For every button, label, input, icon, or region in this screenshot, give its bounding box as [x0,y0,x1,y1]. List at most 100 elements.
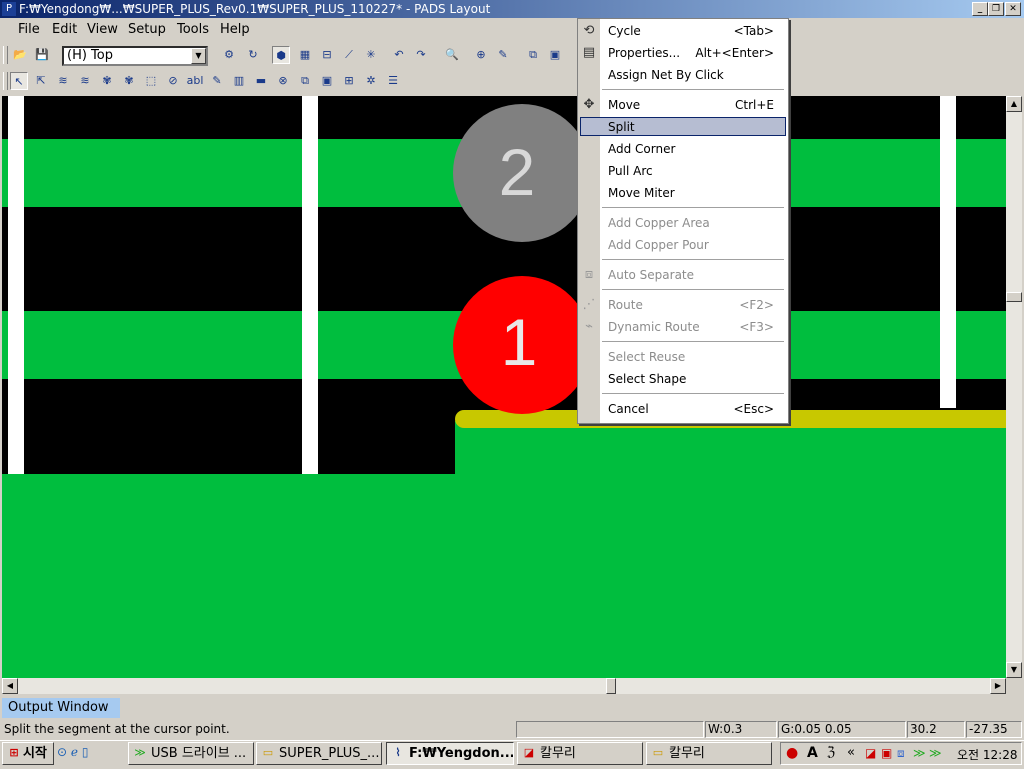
tray-expand-icon[interactable]: « [847,745,855,760]
menu-item-assign-net[interactable]: Assign Net By Click [578,64,788,86]
toolbar-grip[interactable] [3,46,8,64]
design-toolbar-icon[interactable]: ⬢ [272,46,290,64]
menu-help[interactable]: Help [220,22,250,38]
desktop-icon[interactable]: ⊙ [57,745,67,759]
ime-tool-icon[interactable]: ℨ [827,745,835,760]
cam-icon[interactable]: ⊞ [340,72,358,90]
copper-icon[interactable]: ≋ [54,72,72,90]
zoom-icon[interactable]: 🔍 [443,46,461,64]
scroll-thumb[interactable] [1006,292,1022,302]
scroll-right-icon[interactable]: ▶ [990,678,1006,694]
component-icon[interactable]: ▣ [318,72,336,90]
menu-item-cancel[interactable]: Cancel <Esc> [578,398,788,420]
design-canvas[interactable]: 2 1 [2,96,1006,678]
save-icon[interactable]: 💾 [33,46,51,64]
language-icon[interactable]: ● [786,745,798,761]
menu-setup[interactable]: Setup [128,22,166,38]
menu-item-move[interactable]: ✥ Move Ctrl+E [578,94,788,116]
copper-pour-icon[interactable]: ✾ [98,72,116,90]
menu-view[interactable]: View [87,22,118,38]
scroll-up-icon[interactable]: ▲ [1006,96,1022,112]
menu-item-move-miter[interactable]: Move Miter [578,182,788,204]
layer-select[interactable]: (H) Top ▼ [62,46,208,66]
toolbar-grip[interactable] [3,72,8,90]
menu-item-dynamic-route[interactable]: ⌁ Dynamic Route <F3> [578,316,788,338]
board-view-icon[interactable]: ▣ [546,46,564,64]
pads-app-icon[interactable]: P [2,2,16,16]
tray-app-icon[interactable]: ≫ [929,746,942,760]
status-grid: G:0.05 0.05 [778,721,906,738]
dimension-icon[interactable]: ▬ [252,72,270,90]
scroll-down-icon[interactable]: ▼ [1006,662,1022,678]
library-icon[interactable]: ▥ [230,72,248,90]
route-toolbar-icon[interactable]: ⟋ [340,46,358,64]
explorer-icon[interactable]: ▯ [82,745,89,759]
text-icon[interactable]: abl [186,72,204,90]
copper-plane[interactable] [455,421,1006,481]
minimize-icon[interactable]: _ [972,2,988,16]
close-icon[interactable]: ✕ [1005,2,1021,16]
menu-item-add-copper-pour[interactable]: Add Copper Pour [578,234,788,256]
verify-icon[interactable]: ✲ [362,72,380,90]
tray-app-icon[interactable]: ◪ [865,746,876,760]
scroll-left-icon[interactable]: ◀ [2,678,18,694]
highlight-icon[interactable]: ✎ [494,46,512,64]
drafting-toolbar-icon[interactable]: ▦ [296,46,314,64]
select-filter-icon[interactable]: ⇱ [32,72,50,90]
menu-item-pull-arc[interactable]: Pull Arc [578,160,788,182]
menu-edit[interactable]: Edit [52,22,77,38]
taskbar-item[interactable]: ▭ 칼무리 [646,742,772,765]
menu-item-route[interactable]: ⋰ Route <F2> [578,294,788,316]
copper-plane[interactable] [2,474,1006,678]
ecо-toolbar-icon[interactable]: ✳ [362,46,380,64]
view-nets-icon[interactable]: ⊕ [472,46,490,64]
tray-app-icon[interactable]: ▣ [881,746,892,760]
browser-icon[interactable]: ℯ [71,745,78,759]
redraw-icon[interactable]: ↻ [244,46,262,64]
drc-icon[interactable]: ⊗ [274,72,292,90]
status-width: W:0.3 [705,721,777,738]
chevron-down-icon[interactable]: ▼ [191,48,206,64]
copper-cutout-icon[interactable]: ≋ [76,72,94,90]
select-pointer-icon[interactable]: ↖ [10,72,28,90]
ime-mode[interactable]: A [807,745,818,761]
menu-item-cycle[interactable]: ⟲ Cycle <Tab> [578,20,788,42]
scroll-thumb[interactable] [606,678,616,694]
reuse-icon[interactable]: ⧉ [296,72,314,90]
menu-item-split[interactable]: Split [578,116,788,138]
menu-item-select-shape[interactable]: Select Shape [578,368,788,390]
pad-2[interactable]: 2 [453,104,591,242]
menu-item-select-reuse[interactable]: Select Reuse [578,346,788,368]
pad-1[interactable]: 1 [453,276,591,414]
menu-item-add-copper-area[interactable]: Add Copper Area [578,212,788,234]
hatch-icon[interactable]: ✾ [120,72,138,90]
open-icon[interactable]: 📂 [11,46,29,64]
horizontal-scrollbar[interactable]: ◀ ▶ [2,678,1006,694]
tray-app-icon[interactable]: ≫ [913,746,926,760]
clock[interactable]: 오전 12:28 [957,746,1017,763]
taskbar-item[interactable]: ◪ 칼무리 [517,742,643,765]
board-outline-icon[interactable]: ⬚ [142,72,160,90]
menu-file[interactable]: File [18,22,40,38]
network-icon[interactable]: ⧈ [897,746,905,761]
session-icon[interactable]: ⧉ [524,46,542,64]
keepout-icon[interactable]: ⊘ [164,72,182,90]
menu-item-add-corner[interactable]: Add Corner [578,138,788,160]
report-icon[interactable]: ☰ [384,72,402,90]
2d-line-icon[interactable]: ✎ [208,72,226,90]
restore-icon[interactable]: ❐ [988,2,1004,16]
taskbar-item[interactable]: ▭ SUPER_PLUS_... [256,742,382,765]
menu-item-properties[interactable]: ▤ Properties... Alt+<Enter> [578,42,788,64]
menu-item-auto-separate[interactable]: ⧈ Auto Separate [578,264,788,286]
undo-icon[interactable]: ↶ [390,46,408,64]
output-window-tab[interactable]: Output Window [2,698,120,718]
vertical-scrollbar[interactable]: ▲ ▼ [1006,96,1022,678]
layer-setup-icon[interactable]: ⚙ [220,46,238,64]
taskbar-item-active[interactable]: ⌇ F:₩Yengdon... [386,742,514,765]
status-empty-cell [516,721,704,738]
dimension-toolbar-icon[interactable]: ⊟ [318,46,336,64]
start-button[interactable]: ⊞ 시작 [2,742,54,765]
menu-tools[interactable]: Tools [177,22,209,38]
taskbar-item[interactable]: ≫ USB 드라이브 ... [128,742,254,765]
redo-icon[interactable]: ↷ [412,46,430,64]
